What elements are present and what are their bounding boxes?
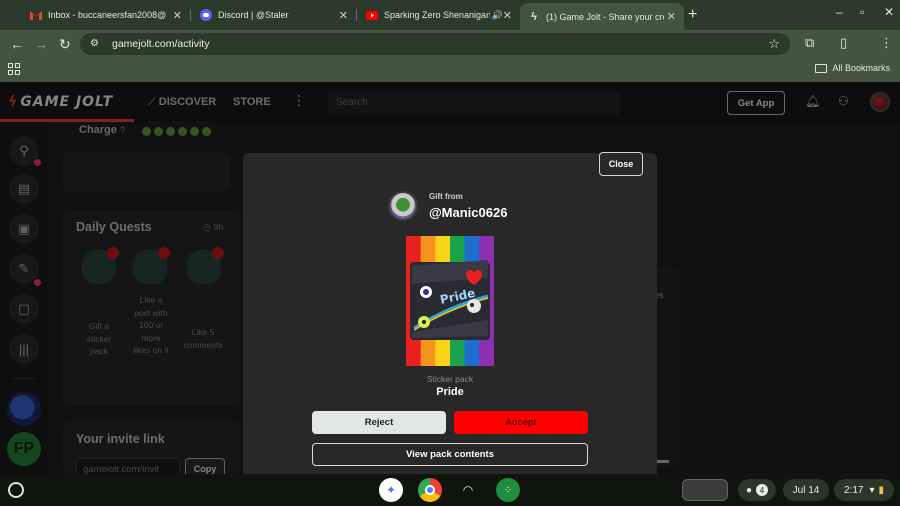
close-tab-icon[interactable]: ✕ — [173, 9, 182, 22]
gamejolt-page: ϟ GAME JOLT ⟋ DISCOVER STORE ⋮ Search Get… — [0, 82, 900, 474]
reading-mode-icon[interactable]: ▯ — [840, 35, 847, 51]
tab-title: Discord | @Staler — [218, 10, 289, 20]
tab-strip: Inbox - buccaneersfan2008@g ✕ Discord | … — [0, 0, 900, 30]
wifi-icon: ▾ — [869, 484, 875, 496]
back-icon[interactable]: ← — [10, 35, 24, 53]
url-text[interactable]: gamejolt.com/activity — [112, 38, 209, 50]
window-preview-icon[interactable] — [682, 479, 728, 501]
cast-icon[interactable]: ◜◝ — [456, 478, 480, 502]
site-info-icon[interactable]: ⚙ — [90, 38, 104, 50]
notification-pod[interactable]: ● 4 — [738, 479, 776, 501]
all-bookmarks-label: All Bookmarks — [832, 63, 890, 73]
browser-toolbar: ← → ↻ ⚙ gamejolt.com/activity ☆ ⧉ ▯ ⋮ — [0, 30, 900, 58]
record-icon: ● — [745, 484, 753, 496]
gamejolt-icon: ϟ — [531, 10, 537, 23]
tab-gmail[interactable]: Inbox - buccaneersfan2008@g ✕ — [22, 4, 190, 26]
pack-type-label: Sticker pack — [426, 374, 474, 384]
apps-hub-icon[interactable]: ⁘ — [496, 478, 520, 502]
bookmarks-bar: All Bookmarks — [0, 58, 900, 82]
status-tray[interactable]: 2:17 ▾ ▮ — [834, 479, 894, 501]
audio-playing-icon[interactable]: 🔊 — [492, 10, 503, 21]
youtube-icon — [366, 9, 378, 21]
accept-button[interactable]: Accept — [454, 411, 588, 434]
reject-button[interactable]: Reject — [312, 411, 446, 434]
tab-separator — [190, 9, 191, 21]
tab-title: (1) Game Jolt - Share your crea — [546, 11, 664, 22]
launcher-icon[interactable] — [8, 482, 24, 498]
minimize-icon[interactable]: – — [836, 5, 843, 19]
browser-menu-icon[interactable]: ⋮ — [880, 35, 893, 51]
extensions-icon[interactable]: ⧉ — [805, 35, 814, 51]
battery-icon: ▮ — [878, 484, 884, 496]
bookmark-star-icon[interactable]: ☆ — [768, 36, 780, 52]
tab-youtube[interactable]: Sparking Zero Shenanigans 🔊 ✕ — [358, 4, 520, 26]
folder-icon — [815, 63, 828, 73]
clock-text: 2:17 — [843, 484, 864, 496]
reload-icon[interactable]: ↻ — [59, 35, 71, 53]
notification-count: 4 — [756, 484, 769, 496]
maximize-icon[interactable]: ▫ — [860, 5, 864, 19]
pride-sticker-pack-image: Pride — [406, 236, 494, 366]
gifter-username[interactable]: @Manic0626 — [429, 205, 507, 220]
tab-title: Sparking Zero Shenanigans — [384, 10, 490, 20]
tab-discord[interactable]: Discord | @Staler ✕ — [192, 4, 356, 26]
assistant-icon[interactable]: ✦ — [379, 478, 403, 502]
chrome-icon[interactable] — [418, 478, 442, 502]
new-tab-button[interactable]: + — [688, 6, 697, 24]
os-shelf: ✦ ◜◝ ⁘ ● 4 Jul 14 2:17 ▾ ▮ — [0, 474, 900, 506]
scrollbar-thumb[interactable] — [657, 460, 669, 463]
close-tab-icon[interactable]: ✕ — [667, 10, 676, 23]
tab-title: Inbox - buccaneersfan2008@g — [48, 10, 166, 20]
address-bar[interactable]: ⚙ gamejolt.com/activity ☆ — [80, 33, 790, 55]
gifter-avatar[interactable] — [388, 191, 418, 221]
pack-name-label: Pride — [436, 386, 464, 398]
date-pod[interactable]: Jul 14 — [783, 479, 829, 501]
tab-gamejolt[interactable]: ϟ (1) Game Jolt - Share your crea ✕ — [520, 3, 684, 30]
close-tab-icon[interactable]: ✕ — [339, 9, 348, 22]
gift-modal: Close Gift from @Manic0626 Pride Sticker… — [243, 152, 657, 474]
all-bookmarks-button[interactable]: All Bookmarks — [815, 63, 890, 73]
tab-separator — [356, 9, 357, 21]
apps-grid-icon[interactable] — [8, 63, 20, 75]
discord-icon — [200, 9, 212, 21]
gmail-icon — [30, 9, 42, 21]
forward-icon[interactable]: → — [34, 35, 48, 53]
close-window-icon[interactable]: ✕ — [884, 5, 894, 19]
view-pack-contents-button[interactable]: View pack contents — [312, 443, 588, 466]
close-tab-icon[interactable]: ✕ — [503, 9, 512, 22]
close-button[interactable]: Close — [599, 152, 643, 176]
gift-from-label: Gift from — [429, 192, 463, 201]
